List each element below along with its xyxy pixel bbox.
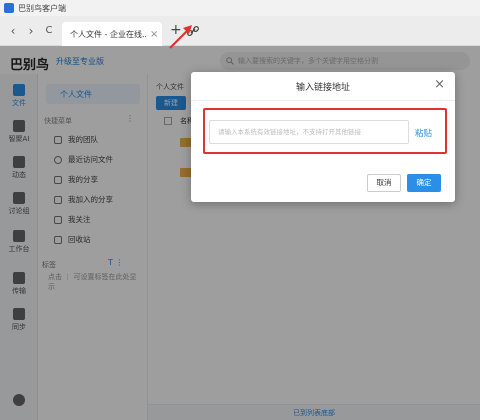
app-logo-icon <box>4 3 14 13</box>
reload-icon[interactable]: C <box>42 24 56 38</box>
divider <box>191 100 455 101</box>
back-icon[interactable]: ‹ <box>6 24 20 38</box>
browser-tabbar: ‹ › C 个人文件 - 企业在线... × + <box>0 16 480 46</box>
link-dialog: 输入链接地址 × 粘贴 取消 确定 <box>191 72 455 202</box>
forward-icon[interactable]: › <box>24 24 38 38</box>
confirm-button[interactable]: 确定 <box>407 174 441 192</box>
tab-label: 个人文件 - 企业在线... <box>70 29 146 39</box>
tab-personal-files[interactable]: 个人文件 - 企业在线... × <box>62 22 162 46</box>
arrow-annotation-icon <box>169 25 192 49</box>
window-title: 巴别鸟客户端 <box>18 3 66 13</box>
tab-close-icon[interactable]: × <box>150 29 158 40</box>
close-icon[interactable]: × <box>434 77 445 92</box>
window-titlebar: 巴别鸟客户端 <box>0 0 480 16</box>
link-url-input[interactable] <box>209 120 409 144</box>
cancel-button[interactable]: 取消 <box>367 174 401 192</box>
dialog-title: 输入链接地址 <box>295 83 350 93</box>
paste-button[interactable]: 粘贴 <box>415 127 432 139</box>
